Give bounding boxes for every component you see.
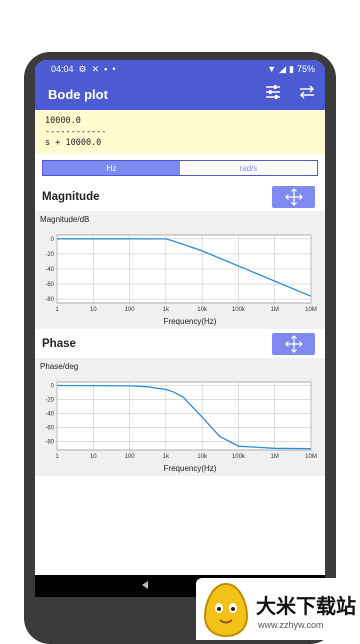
x-tick-label: 10M: [305, 454, 317, 460]
move-arrows-icon: [284, 188, 303, 206]
y-tick-label: -40: [45, 412, 54, 418]
x-tick-label: 10k: [197, 454, 208, 460]
move-arrows-icon: [284, 335, 303, 353]
x-tick-label: 1M: [271, 307, 279, 313]
magnitude-header: Magnitude: [35, 184, 325, 210]
x-tick-label: 10M: [305, 307, 317, 313]
app-bar: Bode plot: [35, 78, 325, 110]
battery-percent: 75%: [296, 64, 315, 74]
y-tick-label: -60: [45, 282, 54, 288]
watermark-url: www.zzhyw.com: [258, 620, 324, 630]
y-axis-label: Phase/deg: [40, 362, 78, 371]
tf-divider: ------------: [45, 127, 107, 137]
x-tick-label: 1: [55, 307, 59, 313]
plot-area: [56, 381, 312, 451]
y-tick-label: 0: [51, 237, 55, 243]
magnitude-chart: Magnitude/dB 1 10 100 1k 10k 100k 1M 10M 0 -20 -40 -…: [40, 215, 317, 326]
x-tick-label: 1k: [163, 454, 170, 460]
x-tick-label: 10: [90, 454, 97, 460]
status-time: 04:04: [51, 64, 74, 74]
phase-label: Phase: [42, 338, 76, 350]
notification-icon: ▪: [104, 64, 108, 74]
phase-move-button[interactable]: [272, 333, 315, 355]
unit-toggle: Hz rad/s: [42, 160, 318, 176]
notification-icon: ✕: [91, 63, 100, 74]
unit-hz-button[interactable]: Hz: [43, 161, 180, 175]
settings-sliders-icon[interactable]: [265, 84, 281, 104]
battery-icon: ▮: [289, 63, 294, 74]
x-tick-label: 10: [90, 307, 97, 313]
wifi-icon: ▼: [267, 64, 277, 74]
app-screen: 04:04 ⚙ ✕ ▪ • ▼ ◢ ▮ 75% Bode plot 10000.…: [35, 60, 325, 596]
app-title: Bode plot: [48, 86, 108, 102]
back-icon[interactable]: [140, 577, 150, 595]
x-axis-label: Frequency(Hz): [164, 464, 217, 473]
y-tick-label: -20: [45, 252, 54, 258]
tf-numerator: 10000.0: [45, 116, 81, 126]
y-tick-label: -80: [45, 297, 54, 303]
unit-rads-button[interactable]: rad/s: [180, 161, 317, 175]
magnitude-plot[interactable]: Magnitude/dB 1 10 100 1k 10k 100k 1M 10M 0 -20 -40 -…: [35, 211, 325, 329]
notification-icon: ⚙: [78, 63, 87, 74]
x-tick-label: 1M: [271, 454, 279, 460]
x-tick-label: 100: [125, 307, 136, 313]
x-tick-label: 100k: [232, 454, 246, 460]
watermark-text: 大米下载站: [256, 594, 356, 618]
swap-icon[interactable]: [299, 84, 315, 104]
x-tick-label: 100k: [232, 307, 246, 313]
egg-mascot-icon: [203, 582, 249, 638]
watermark: 大米下载站 www.zzhyw.com: [196, 578, 360, 640]
dot-icon: •: [112, 64, 116, 74]
transfer-function-display[interactable]: 10000.0 ------------ s + 10000.0: [35, 110, 325, 154]
y-tick-label: -40: [45, 267, 54, 273]
phase-plot[interactable]: Phase/deg 1 10 100 1k 10k 100k 1M 10M 0 -20 -40 -60 -…: [35, 358, 325, 476]
x-tick-label: 10k: [197, 307, 208, 313]
tf-denominator: s + 10000.0: [45, 138, 102, 148]
signal-icon: ◢: [279, 63, 287, 74]
y-tick-label: -20: [45, 398, 54, 404]
x-axis-label: Frequency(Hz): [164, 317, 217, 326]
magnitude-move-button[interactable]: [272, 186, 315, 208]
y-axis-label: Magnitude/dB: [40, 215, 89, 224]
phase-header: Phase: [35, 331, 325, 357]
y-tick-label: -60: [45, 426, 54, 432]
x-tick-label: 1: [55, 454, 59, 460]
x-tick-label: 100: [125, 454, 136, 460]
y-tick-label: 0: [51, 384, 55, 390]
x-tick-label: 1k: [163, 307, 170, 313]
phase-chart: Phase/deg 1 10 100 1k 10k 100k 1M 10M 0 -20 -40 -60 -…: [40, 362, 317, 473]
status-bar: 04:04 ⚙ ✕ ▪ • ▼ ◢ ▮ 75%: [35, 60, 325, 78]
y-tick-label: -80: [45, 440, 54, 446]
magnitude-label: Magnitude: [42, 191, 100, 203]
